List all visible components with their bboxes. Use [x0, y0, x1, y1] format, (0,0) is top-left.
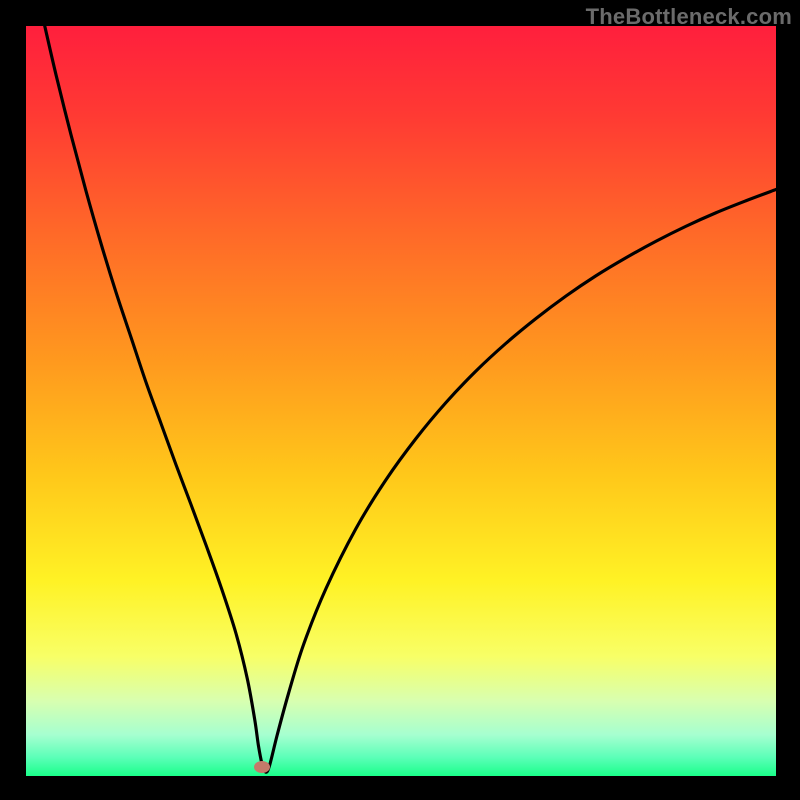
plot-area — [26, 26, 776, 776]
background-gradient — [26, 26, 776, 776]
chart-frame: TheBottleneck.com — [0, 0, 800, 800]
minimum-marker — [254, 761, 270, 773]
